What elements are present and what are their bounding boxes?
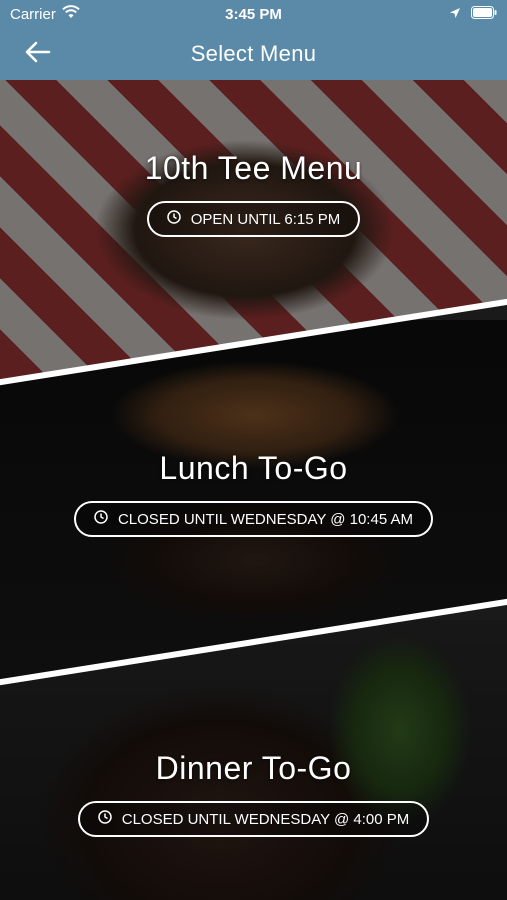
clock-icon <box>97 810 112 828</box>
back-button[interactable] <box>22 38 54 70</box>
status-bar: Carrier 3:45 PM <box>0 0 507 28</box>
menu-title: Dinner To-Go <box>155 750 352 786</box>
wifi-icon <box>62 5 80 23</box>
carrier-group: Carrier <box>10 5 80 23</box>
menu-status-text: CLOSED UNTIL WEDNESDAY @ 10:45 AM <box>117 510 414 528</box>
back-arrow-icon <box>25 41 51 68</box>
menu-title: Lunch To-Go <box>159 450 348 486</box>
menu-status-badge: CLOSED UNTIL WEDNESDAY @ 10:45 AM <box>73 501 434 537</box>
menu-status-text: CLOSED UNTIL WEDNESDAY @ 4:00 PM <box>121 810 410 828</box>
menu-status-text: OPEN UNTIL 6:15 PM <box>190 210 341 228</box>
menu-list: 10th Tee Menu OPEN UNTIL 6:15 PM Lunch T… <box>0 80 507 900</box>
menu-status-badge: OPEN UNTIL 6:15 PM <box>146 201 361 237</box>
page-title: Select Menu <box>190 41 317 66</box>
carrier-label: Carrier <box>10 5 56 23</box>
navigation-bar: Select Menu <box>0 28 507 80</box>
menu-title: 10th Tee Menu <box>144 150 363 186</box>
location-arrow-icon <box>449 6 461 23</box>
status-right-group <box>449 5 497 23</box>
battery-icon <box>471 5 497 23</box>
clock-icon <box>167 210 181 228</box>
clock-icon <box>94 510 108 528</box>
menu-status-badge: CLOSED UNTIL WEDNESDAY @ 4:00 PM <box>77 801 430 837</box>
